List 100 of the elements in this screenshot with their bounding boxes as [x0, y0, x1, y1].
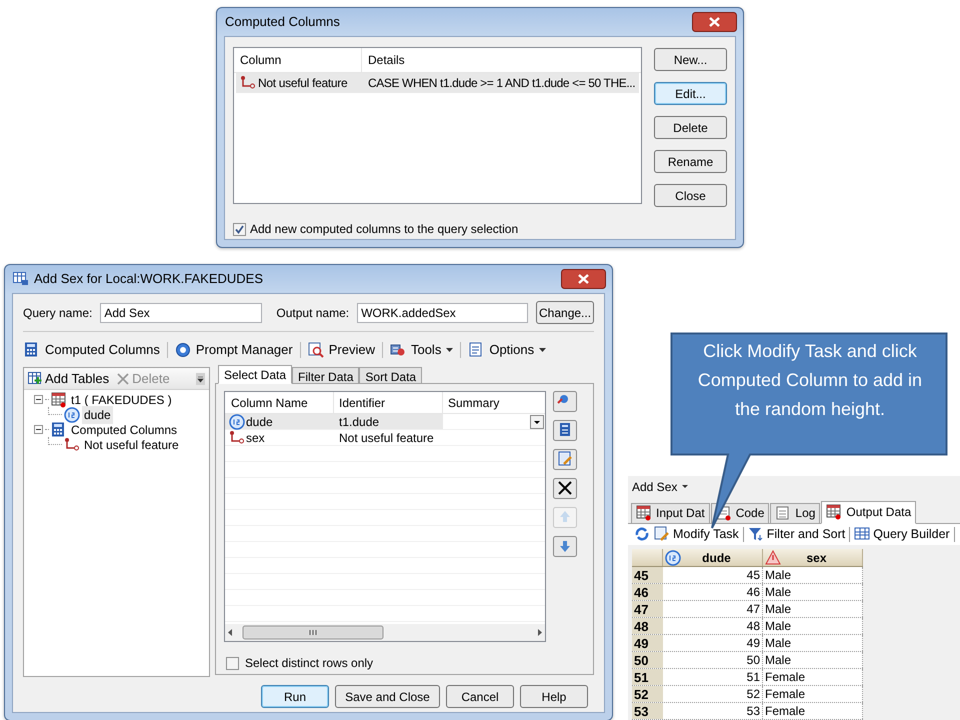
dropdown-button-icon[interactable]	[530, 414, 544, 428]
dropdown-caret-icon[interactable]	[682, 485, 688, 488]
row-header[interactable]: 51	[632, 669, 663, 685]
table-cell: 47	[663, 601, 763, 617]
column-header[interactable]: Summary	[443, 392, 545, 413]
x-icon	[117, 372, 130, 384]
notepad-icon	[775, 505, 792, 522]
table-cell: 46	[663, 584, 763, 600]
table-window-icon	[13, 272, 29, 286]
column-header[interactable]: sex	[763, 549, 863, 566]
table-cell: 51	[663, 669, 763, 685]
dialog-button[interactable]: Delete	[654, 116, 727, 139]
number-circle-icon	[64, 406, 80, 422]
collapse-box-icon[interactable]	[34, 425, 43, 434]
dropdown-caret-icon[interactable]	[196, 372, 205, 384]
row-header[interactable]: 48	[632, 618, 663, 634]
table-icon	[51, 392, 67, 408]
checkbox[interactable]	[226, 656, 239, 670]
column-header[interactable]: Column Name	[225, 392, 334, 413]
dialog-button[interactable]: Change...	[536, 301, 594, 324]
tab[interactable]: Output Data	[821, 500, 916, 524]
refresh-icon[interactable]	[634, 526, 650, 542]
list-cell-text: Not useful feature	[258, 75, 348, 92]
row-header[interactable]: 52	[632, 686, 663, 702]
tab[interactable]: Sort Data	[359, 367, 422, 384]
row-header[interactable]: 49	[632, 635, 663, 651]
table-cell: 52	[663, 686, 763, 702]
calculator-icon	[24, 342, 40, 358]
row-header[interactable]: 53	[632, 703, 663, 719]
toolbar-button[interactable]: Filter and Sort	[748, 525, 846, 544]
table-cell: Female	[763, 703, 863, 719]
table-cell: Male	[763, 635, 863, 651]
tab[interactable]: Select Data	[218, 365, 292, 384]
toolbar-button[interactable]: Computed Columns	[23, 340, 161, 360]
table-plus-icon	[28, 372, 42, 385]
table-icon	[826, 504, 842, 520]
table-cell: Male	[763, 601, 863, 617]
calculator-icon[interactable]	[553, 420, 577, 441]
tree-item[interactable]: dude	[82, 406, 113, 424]
column-header[interactable]: dude	[663, 549, 763, 566]
dialog-button[interactable]: Run	[261, 685, 329, 708]
tab[interactable]: Log	[770, 502, 820, 523]
dialog-button[interactable]: Edit...	[654, 82, 727, 105]
dropdown-caret-icon[interactable]	[539, 348, 546, 352]
grid-icon	[854, 526, 870, 542]
checkbox-label: Select distinct rows only	[245, 655, 374, 672]
dialog-button[interactable]: New...	[654, 48, 727, 71]
dialog-button[interactable]: Close	[654, 184, 727, 207]
row-header[interactable]: 46	[632, 584, 663, 600]
tree-item[interactable]: Computed Columns	[69, 420, 178, 438]
table-icon	[636, 505, 652, 522]
connector-icon	[229, 430, 245, 446]
table-cell: Male	[763, 584, 863, 600]
window-title: Computed Columns	[225, 13, 340, 32]
input-field[interactable]: WORK.addedSex	[357, 302, 528, 322]
column-header[interactable]: Column	[234, 48, 362, 72]
row-header[interactable]: 47	[632, 601, 663, 617]
dialog-button[interactable]: Cancel	[446, 685, 514, 708]
close-icon[interactable]	[692, 12, 737, 32]
warning-triangle-icon	[765, 550, 781, 566]
menu-button[interactable]: Add Sex	[632, 478, 678, 496]
connector-icon	[240, 75, 256, 91]
filter-icon	[748, 526, 764, 542]
toolbar-button[interactable]: Prompt Manager	[174, 340, 294, 360]
table-cell: 45	[663, 567, 763, 583]
dialog-button[interactable]: Help	[520, 685, 588, 708]
edit-icon[interactable]	[553, 449, 577, 470]
pencil-page-icon	[654, 526, 670, 542]
dialog-button[interactable]: Save and Close	[335, 685, 440, 708]
toolbar-button[interactable]: Tools	[388, 340, 454, 360]
horizontal-scrollbar[interactable]	[225, 624, 545, 641]
window-title: Add Sex for Local:WORK.FAKEDUDES	[34, 270, 264, 288]
toolbar-button[interactable]: Add Tables	[28, 368, 110, 388]
table-cell: Male	[763, 567, 863, 583]
field-label: Output name:	[276, 304, 350, 322]
field-label: Query name:	[23, 304, 92, 322]
number-circle-icon	[229, 414, 245, 430]
tab[interactable]: Filter Data	[292, 367, 360, 384]
checkbox[interactable]	[233, 222, 246, 236]
toolbar-button[interactable]: Options	[467, 340, 548, 360]
dialog-button[interactable]: Rename	[654, 150, 727, 173]
dropdown-caret-icon[interactable]	[446, 348, 454, 352]
column-header[interactable]: Identifier	[334, 392, 443, 413]
tab[interactable]: Input Dat	[631, 502, 710, 523]
table-cell: Male	[763, 652, 863, 668]
collapse-box-icon[interactable]	[34, 395, 43, 404]
tree-item[interactable]: t1 ( FAKEDUDES )	[69, 390, 172, 408]
input-field[interactable]: Add Sex	[100, 302, 262, 322]
list-row[interactable]: Not useful feature CASE WHEN t1.dude >= 1 AND t1.dude <= 50 THE...	[236, 73, 639, 93]
grid-row-marker[interactable]: sex	[225, 430, 334, 445]
toolbar-button[interactable]: Query Builder	[854, 525, 950, 544]
column-header[interactable]: Details	[362, 48, 641, 72]
toolbar-button[interactable]: Preview	[306, 340, 376, 360]
close-icon[interactable]	[561, 269, 606, 289]
row-header[interactable]: 45	[632, 567, 663, 583]
delete-icon[interactable]	[553, 478, 577, 499]
tree-item[interactable]: Not useful feature	[82, 436, 181, 454]
grid-row-marker[interactable]: dude	[225, 414, 334, 429]
row-header[interactable]: 50	[632, 652, 663, 668]
toolbar-button[interactable]: Modify Task	[654, 525, 739, 544]
